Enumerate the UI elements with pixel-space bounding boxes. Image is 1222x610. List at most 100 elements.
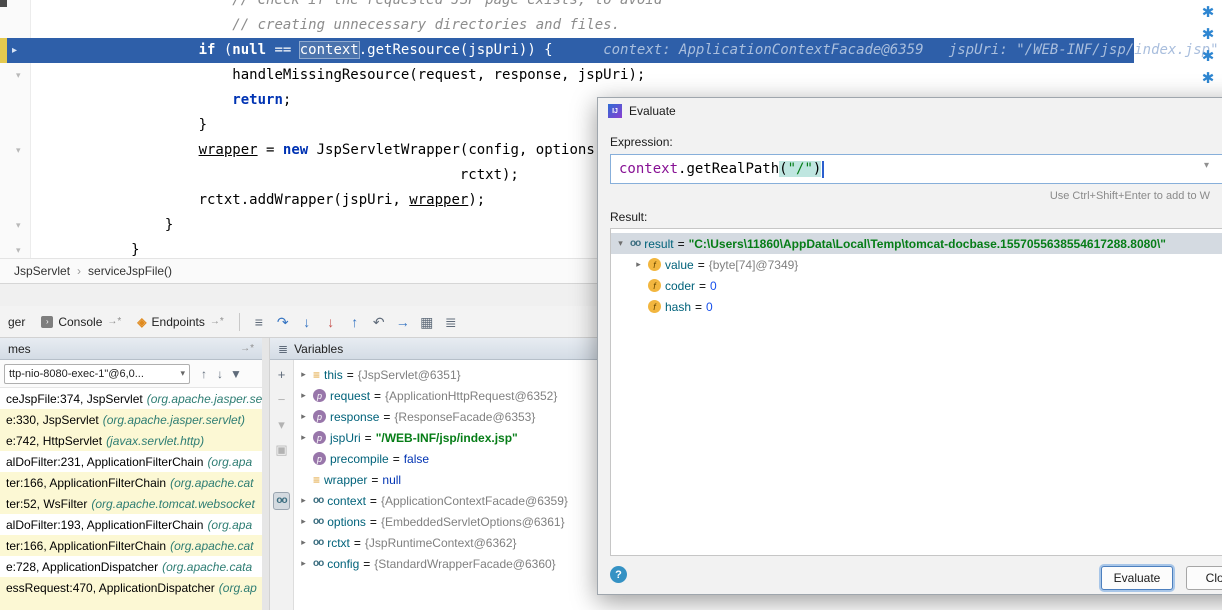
code-line[interactable]: wrapper = new JspServletWrapper(config, …	[30, 138, 671, 163]
result-row[interactable]: fcoder=0	[611, 275, 1222, 296]
evaluate-button[interactable]: Evaluate	[1101, 566, 1173, 590]
evaluate-hint: Use Ctrl+Shift+Enter to add to W	[610, 190, 1210, 202]
next-frame-icon[interactable]: ↓	[212, 367, 228, 381]
result-row[interactable]: ▾ooresult="C:\Users\11860\AppData\Local\…	[611, 233, 1222, 254]
code-token: handleMissingResource(request, response,…	[232, 67, 645, 83]
list-icon: ≣	[278, 342, 288, 356]
stack-frame-row[interactable]: e:742, HttpServlet(javax.servlet.http)	[0, 430, 262, 451]
toolbar-separator	[239, 313, 240, 331]
code-line[interactable]: // Check if the requested JSP page exist…	[30, 0, 662, 13]
fold-arrow-icon[interactable]: ▾	[16, 213, 21, 238]
stack-frame-row[interactable]	[0, 598, 262, 610]
filter-frames-icon[interactable]: ▼	[228, 367, 244, 381]
help-icon[interactable]: ?	[610, 566, 627, 583]
expand-chevron-icon[interactable]: ▸	[298, 537, 309, 548]
fold-arrow-icon[interactable]: ▾	[16, 138, 21, 163]
code-line[interactable]: // creating unnecessary directories and …	[30, 13, 620, 38]
add-watch-icon[interactable]: +	[278, 368, 286, 382]
gear-icon[interactable]: ✱	[1199, 26, 1217, 44]
expand-all-icon[interactable]: ▾	[278, 418, 285, 432]
stack-frame-row[interactable]: essRequest:470, ApplicationDispatcher(or…	[0, 577, 262, 598]
code-token	[30, 92, 232, 108]
show-watches-icon[interactable]: oo	[273, 492, 289, 510]
code-line[interactable]: }	[30, 213, 173, 238]
layout-settings-icon[interactable]: ≣	[439, 307, 463, 337]
force-step-into-icon[interactable]: ↓	[319, 307, 343, 337]
expression-history-chevron-icon[interactable]: ▾	[1204, 160, 1209, 171]
stack-frame-row[interactable]: e:330, JspServlet(org.apache.jasper.serv…	[0, 409, 262, 430]
stack-frame-row[interactable]: alDoFilter:231, ApplicationFilterChain(o…	[0, 451, 262, 472]
stack-frame-row[interactable]: ceJspFile:374, JspServlet(org.apache.jas…	[0, 388, 262, 409]
drop-frame-icon[interactable]: ↶	[367, 307, 391, 337]
code-line[interactable]: return;	[30, 88, 291, 113]
field-icon: f	[648, 300, 661, 313]
code-line[interactable]: rctxt.addWrapper(jspUri, wrapper);	[30, 188, 485, 213]
code-token: }	[30, 242, 140, 258]
expand-chevron-icon[interactable]: ▸	[298, 558, 309, 569]
code-token	[30, 42, 199, 58]
thread-selector-dropdown[interactable]: ttp-nio-8080-exec-1"@6,0... ▾	[4, 364, 190, 384]
code-token: if	[199, 42, 216, 58]
expand-chevron-icon[interactable]: ▸	[298, 390, 309, 401]
equals-sign: =	[347, 368, 354, 382]
remove-watch-icon[interactable]: −	[278, 393, 286, 407]
expand-chevron-icon[interactable]: ▸	[298, 516, 309, 527]
execution-point-gutter[interactable]: ▸	[0, 38, 30, 63]
parameter-icon: p	[313, 389, 326, 402]
code-token	[553, 42, 604, 58]
breadcrumb-method[interactable]: serviceJspFile()	[88, 264, 172, 278]
step-out-icon[interactable]: ↑	[343, 307, 367, 337]
expand-chevron-icon[interactable]: ▸	[298, 369, 309, 380]
expression-token: .getRealPath	[678, 161, 779, 177]
stack-frame-row[interactable]: alDoFilter:193, ApplicationFilterChain(o…	[0, 514, 262, 535]
frames-pin-icon[interactable]: →*	[240, 343, 254, 354]
variable-value: "/WEB-INF/jsp/index.jsp"	[376, 431, 518, 445]
code-line[interactable]: rctxt);	[30, 163, 519, 188]
tab-pin-icon[interactable]: →*	[210, 316, 224, 327]
gear-icon[interactable]: ✱	[1199, 4, 1217, 22]
expand-chevron-icon[interactable]: ▾	[615, 238, 626, 249]
expand-chevron-icon[interactable]: ▸	[633, 259, 644, 270]
breakpoint-marker[interactable]	[0, 38, 7, 63]
close-button[interactable]: Close	[1186, 566, 1222, 590]
expression-input[interactable]: context.getRealPath("/")	[610, 154, 1222, 184]
tab-console[interactable]: › Console →*	[33, 306, 129, 337]
result-row[interactable]: fhash=0	[611, 296, 1222, 317]
breadcrumb-class[interactable]: JspServlet	[14, 264, 70, 278]
expand-chevron-icon[interactable]: ▸	[298, 411, 309, 422]
step-over-icon[interactable]: ↷	[271, 307, 295, 337]
settings-menu-icon[interactable]: ≡	[247, 307, 271, 337]
view-as-table-icon[interactable]: ▦	[415, 307, 439, 337]
copy-value-icon[interactable]: ▣	[275, 443, 287, 457]
expand-chevron-icon[interactable]: ▸	[298, 495, 309, 506]
stack-frame-row[interactable]: ter:166, ApplicationFilterChain(org.apac…	[0, 535, 262, 556]
stack-frame-row[interactable]: e:728, ApplicationDispatcher(org.apache.…	[0, 556, 262, 577]
tab-pin-icon[interactable]: →*	[107, 316, 121, 327]
stack-frame-row[interactable]: ter:52, WsFilter(org.apache.tomcat.webso…	[0, 493, 262, 514]
expression-token: "/"	[788, 161, 813, 177]
tab-debugger[interactable]: ger	[0, 306, 33, 337]
gear-icon[interactable]: ✱	[1199, 48, 1217, 66]
result-row[interactable]: ▸fvalue={byte[74]@7349}	[611, 254, 1222, 275]
variable-value: {ApplicationContextFacade@6359}	[381, 494, 568, 508]
expand-chevron-icon[interactable]: ▸	[298, 432, 309, 443]
variable-name: rctxt	[327, 536, 350, 550]
stack-frame-row[interactable]: ter:166, ApplicationFilterChain(org.apac…	[0, 472, 262, 493]
code-line[interactable]: }	[30, 238, 140, 258]
code-line[interactable]: handleMissingResource(request, response,…	[30, 63, 645, 88]
fold-arrow-icon[interactable]: ▾	[16, 63, 21, 88]
parameter-icon: p	[313, 410, 326, 423]
tab-endpoints[interactable]: ◈ Endpoints →*	[129, 306, 232, 337]
text-caret	[822, 161, 824, 178]
previous-frame-icon[interactable]: ↑	[196, 367, 212, 381]
frame-package: (org.apache.cata	[162, 560, 252, 574]
code-token: .getResource(jspUri)) {	[359, 42, 553, 58]
gear-icon[interactable]: ✱	[1199, 70, 1217, 88]
code-line[interactable]: }	[30, 113, 207, 138]
fold-arrow-icon[interactable]: ▾	[16, 238, 21, 258]
panel-splitter[interactable]	[262, 338, 270, 610]
current-execution-line[interactable]: if (null == context.getResource(jspUri))…	[30, 38, 1134, 63]
run-to-cursor-icon[interactable]: →	[391, 307, 415, 337]
step-into-icon[interactable]: ↓	[295, 307, 319, 337]
evaluate-dialog-titlebar[interactable]: IJ Evaluate	[598, 98, 1222, 124]
